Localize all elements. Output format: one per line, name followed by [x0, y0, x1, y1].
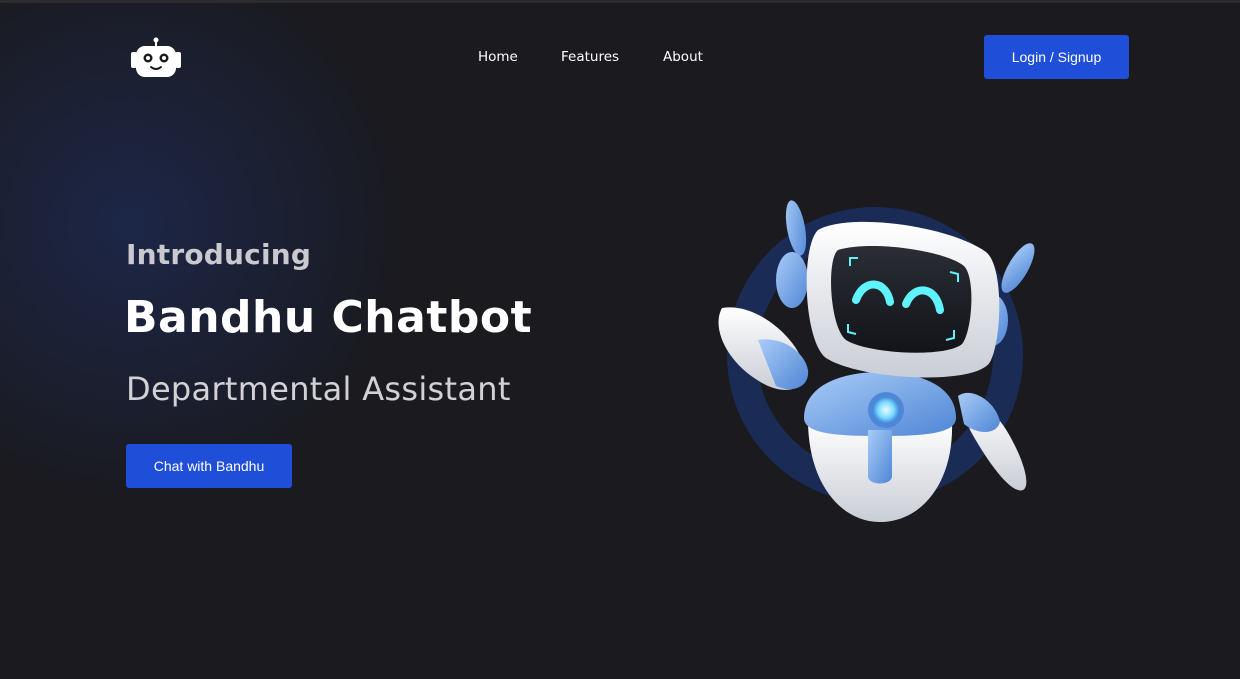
- hero-title: Bandhu Chatbot: [124, 292, 533, 343]
- login-signup-button[interactable]: Login / Signup: [984, 35, 1129, 79]
- hero-subtitle: Departmental Assistant: [126, 370, 511, 408]
- nav-home-link[interactable]: Home: [478, 48, 518, 66]
- top-border: [0, 0, 1240, 3]
- nav-about-link[interactable]: About: [663, 48, 703, 66]
- chat-with-bandhu-button[interactable]: Chat with Bandhu: [126, 444, 292, 488]
- hero-intro-text: Introducing: [126, 238, 312, 271]
- nav-features-link[interactable]: Features: [561, 48, 619, 66]
- landing-page: Home Features About Login / Signup Intro…: [0, 0, 1240, 679]
- robot-logo-icon[interactable]: [129, 37, 183, 79]
- waving-robot-illustration: [718, 200, 1035, 522]
